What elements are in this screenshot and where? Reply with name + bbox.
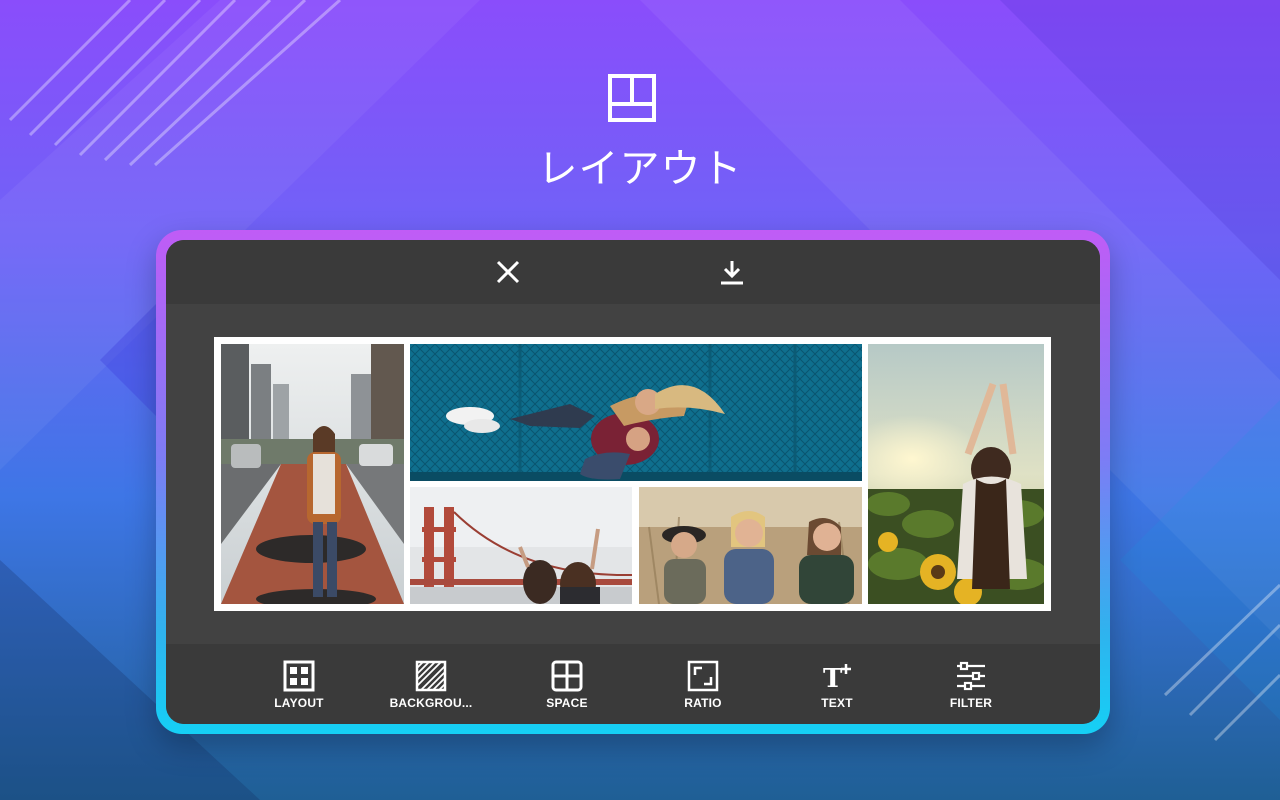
collage-canvas-area: [166, 304, 1100, 644]
toolbar-item-filter[interactable]: FILTER: [916, 660, 1026, 716]
toolbar-item-label: RATIO: [684, 696, 722, 710]
toolbar-item-space[interactable]: SPACE: [512, 660, 622, 716]
toolbar-item-label: TEXT: [821, 696, 853, 710]
photo-collage: [214, 337, 1051, 611]
toolbar-item-label: BACKGROU...: [389, 696, 473, 710]
toolbar-item-label: FILTER: [949, 696, 993, 710]
close-button[interactable]: [488, 252, 528, 292]
text-add-icon: T: [823, 664, 851, 692]
download-button[interactable]: [712, 252, 752, 292]
ratio-crop-icon: [687, 660, 719, 692]
couple-piggyback-photo[interactable]: [410, 344, 862, 481]
toolbar-item-ratio[interactable]: RATIO: [648, 660, 758, 716]
toolbar-item-label: LAYOUT: [274, 696, 324, 710]
toolbar-item-label: SPACE: [546, 696, 588, 710]
background-pattern-icon: [415, 660, 447, 692]
download-icon: [721, 261, 743, 285]
device-frame: LAYOUT BACKGROU... SPACE RATIO T TEXT FI…: [156, 230, 1110, 734]
editor-topbar: [166, 240, 1100, 304]
woman-in-sunflower-field-photo[interactable]: [868, 344, 1044, 604]
woman-on-city-street-photo[interactable]: [221, 344, 404, 604]
toolbar-item-layout[interactable]: LAYOUT: [244, 660, 354, 716]
layout-panels-icon: [608, 74, 656, 122]
toolbar-item-background[interactable]: BACKGROU...: [376, 660, 486, 716]
close-icon: [496, 260, 520, 284]
hero-title: レイアウト: [537, 146, 743, 192]
friends-at-golden-gate-bridge-photo[interactable]: [410, 487, 632, 604]
promo-background: レイアウト LAYOUT BACKGROU... SPACE RATIO T T…: [0, 0, 1280, 800]
editor-screen: LAYOUT BACKGROU... SPACE RATIO T TEXT FI…: [166, 240, 1100, 724]
space-grid-icon: [551, 660, 583, 692]
editor-bottom-toolbar: LAYOUT BACKGROU... SPACE RATIO T TEXT FI…: [166, 644, 1100, 724]
three-smiling-girls-photo[interactable]: [639, 487, 862, 604]
layout-grid-icon: [283, 660, 315, 692]
svg-text:T: T: [823, 664, 843, 692]
toolbar-item-text[interactable]: T TEXT: [782, 660, 892, 716]
filter-sliders-icon: [957, 661, 985, 691]
